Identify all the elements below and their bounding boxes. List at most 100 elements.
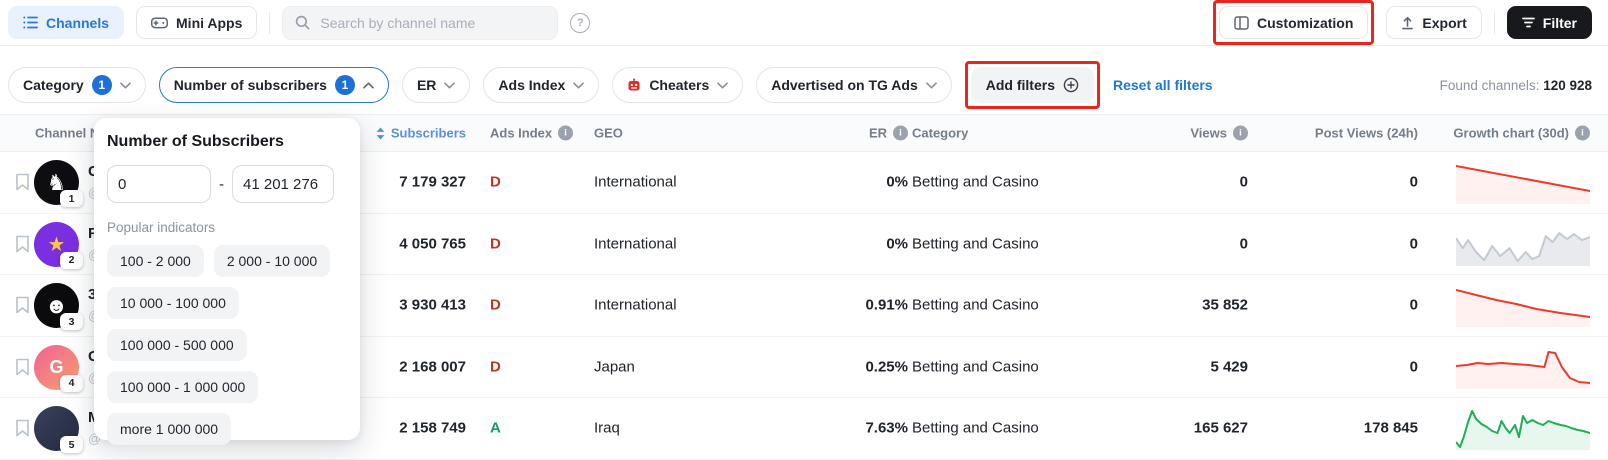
info-icon[interactable]: i (893, 126, 908, 141)
category-count-badge: 1 (92, 75, 112, 95)
channel-search (282, 6, 558, 40)
category-value: Betting and Casino (912, 420, 1039, 437)
export-button[interactable]: Export (1386, 6, 1481, 39)
geo-value: International (594, 297, 677, 314)
indicator-chip[interactable]: more 1 000 000 (107, 413, 231, 445)
bookmark-icon[interactable] (15, 296, 30, 314)
filter-chip-er[interactable]: ER (402, 67, 470, 103)
info-icon[interactable]: i (1233, 126, 1248, 141)
geo-value: International (594, 174, 677, 191)
category-value: Betting and Casino (912, 297, 1039, 314)
search-input[interactable] (318, 14, 545, 32)
avatar[interactable]: G 4 (34, 345, 79, 390)
filter-chip-er-label: ER (417, 77, 436, 93)
layout-columns-icon (1234, 16, 1249, 30)
header-growth-chart: Growth chart (30d) i (1390, 126, 1590, 141)
filter-chip-tg-ads[interactable]: Advertised on TG Ads (756, 67, 952, 103)
header-subscribers-label: Subscribers (391, 126, 466, 141)
subscribers-filter-panel: Number of Subscribers - Popular indicato… (94, 118, 360, 440)
found-channels-count: Found channels: 120 928 (1440, 78, 1592, 93)
avatar[interactable]: 5 (34, 406, 79, 451)
subscribers-value: 3 930 413 (346, 297, 466, 314)
header-geo: GEO (594, 126, 623, 141)
max-subscribers-input[interactable] (232, 165, 334, 203)
rank-badge: 5 (60, 436, 83, 453)
category-value: Betting and Casino (912, 174, 1039, 191)
found-channels-value: 120 928 (1543, 78, 1592, 93)
bookmark-icon[interactable] (15, 235, 30, 253)
filter-chip-subscribers[interactable]: Number of subscribers 1 (159, 67, 389, 103)
subscribers-count-badge: 1 (335, 75, 355, 95)
chevron-up-icon (363, 82, 374, 89)
filter-chip-cheaters[interactable]: Cheaters (612, 67, 743, 103)
tab-channels[interactable]: Channels (8, 6, 124, 39)
ads-index-value: A (490, 420, 501, 437)
add-filters-button[interactable]: Add filters (971, 67, 1094, 103)
avatar[interactable]: ♞ 1 (34, 160, 79, 205)
growth-sparkline (1456, 345, 1590, 389)
subscribers-value: 7 179 327 (346, 174, 466, 191)
divider (1494, 12, 1495, 34)
filter-chip-ads-index[interactable]: Ads Index (483, 67, 599, 103)
chevron-down-icon (926, 82, 937, 89)
filter-chip-category-label: Category (23, 77, 84, 93)
avatar[interactable]: ★ 2 (34, 222, 79, 267)
indicator-chip[interactable]: 100 000 - 500 000 (107, 329, 247, 361)
customization-annotation-box: Customization (1213, 0, 1374, 45)
er-value: 0% (788, 174, 908, 191)
min-subscribers-input[interactable] (107, 165, 211, 203)
geo-value: International (594, 235, 677, 252)
avatar-glyph: G (49, 357, 63, 378)
header-er-label: ER (869, 126, 887, 141)
views-value: 165 627 (1128, 420, 1248, 437)
header-er: ER i (788, 126, 908, 141)
filter-button[interactable]: Filter (1507, 6, 1592, 39)
tab-mini-apps-label: Mini Apps (176, 15, 242, 31)
info-icon[interactable]: i (1575, 126, 1590, 141)
chevron-down-icon (120, 82, 131, 89)
channels-list-icon (23, 16, 38, 29)
subscribers-value: 2 168 007 (346, 358, 466, 375)
search-icon (295, 15, 310, 30)
rank-badge: 1 (60, 190, 83, 207)
range-separator: - (219, 176, 224, 193)
category-value: Betting and Casino (912, 358, 1039, 375)
post-views-value: 0 (1288, 297, 1418, 314)
subscribers-value: 4 050 765 (346, 235, 466, 252)
info-icon[interactable]: i (558, 126, 573, 141)
indicator-chip[interactable]: 100 000 - 1 000 000 (107, 371, 258, 403)
plus-circle-icon (1063, 77, 1079, 93)
tab-mini-apps[interactable]: Mini Apps (136, 6, 257, 39)
sort-icon[interactable] (376, 127, 385, 139)
chevron-down-icon (444, 82, 455, 89)
views-value: 0 (1128, 174, 1248, 191)
er-value: 0.91% (788, 297, 908, 314)
growth-sparkline (1456, 283, 1590, 327)
bookmark-icon[interactable] (15, 173, 30, 191)
ads-index-value: D (490, 358, 501, 375)
geo-value: Iraq (594, 420, 620, 437)
add-filters-label: Add filters (986, 77, 1055, 93)
indicator-chip[interactable]: 10 000 - 100 000 (107, 287, 239, 319)
indicator-chip[interactable]: 100 - 2 000 (107, 245, 204, 277)
bookmark-icon[interactable] (15, 419, 30, 437)
help-icon[interactable]: ? (570, 13, 590, 33)
bookmark-icon[interactable] (15, 358, 30, 376)
growth-sparkline (1456, 222, 1590, 266)
subscriber-range: - (107, 165, 347, 203)
toolbar-right-cluster: Customization Export Filter (1213, 0, 1592, 45)
ads-index-value: D (490, 174, 501, 191)
header-ads-index: Ads Index i (490, 126, 573, 141)
filter-chip-ads-index-label: Ads Index (498, 77, 565, 93)
ads-index-value: D (490, 297, 501, 314)
header-views-label: Views (1190, 126, 1227, 141)
filter-lines-icon (1522, 17, 1535, 28)
reset-all-filters-link[interactable]: Reset all filters (1113, 77, 1213, 93)
avatar[interactable]: ☻ 3 (34, 283, 79, 328)
indicator-chip[interactable]: 2 000 - 10 000 (214, 245, 330, 277)
popular-indicators-label: Popular indicators (107, 220, 347, 235)
post-views-value: 0 (1288, 358, 1418, 375)
header-category: Category (912, 126, 968, 141)
filter-chip-category[interactable]: Category 1 (8, 67, 146, 103)
customization-button[interactable]: Customization (1219, 6, 1368, 39)
